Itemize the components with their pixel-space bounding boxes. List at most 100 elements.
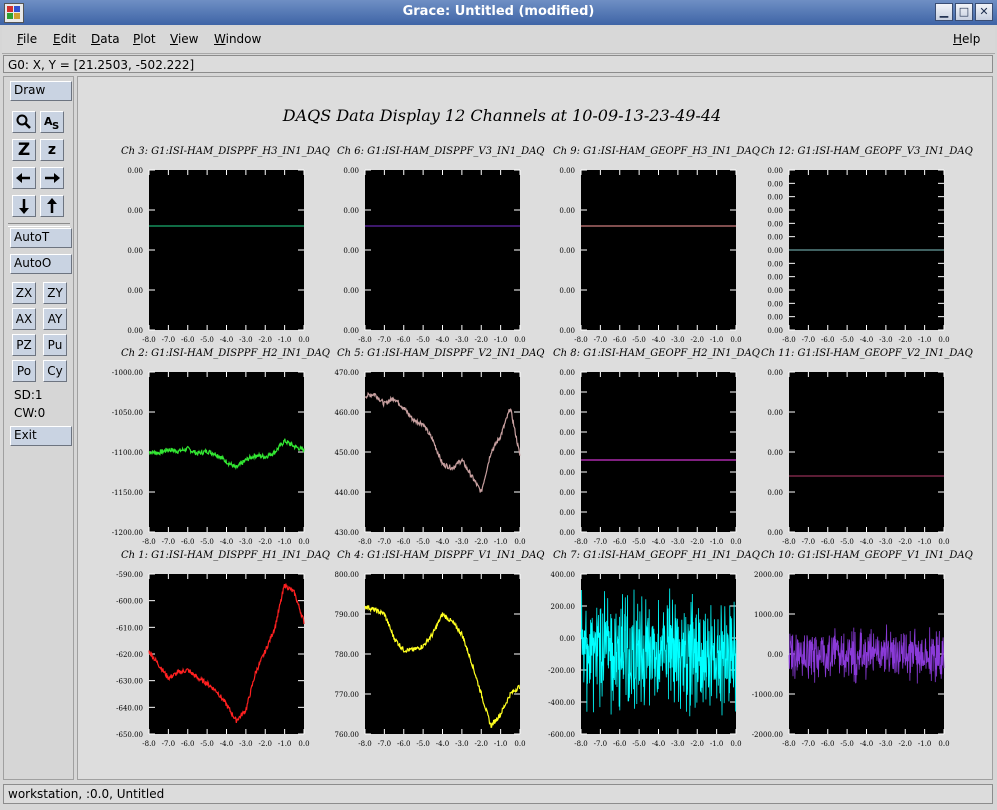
panel-10-x-tick-label: -1.0 [494, 740, 508, 748]
panel-9-y-tick-label: -650.00 [116, 731, 143, 739]
panel-4-x-tick-label: -4.0 [860, 336, 874, 344]
panel-9-x-tick-label: -5.0 [200, 740, 214, 748]
panel-9-y-tick-label: -590.00 [116, 571, 143, 579]
panel-1-y-tick-label: 0.00 [127, 327, 143, 335]
panel-12-y-tick-label: 0.00 [767, 651, 783, 659]
zoom-out-button[interactable]: z [40, 139, 64, 161]
panel-10-x-tick-label: -4.0 [436, 740, 450, 748]
po-button[interactable]: Po [12, 360, 36, 382]
panel-6-y-tick-label: 450.00 [335, 449, 360, 457]
panel-5-y-tick-label: -1100.00 [112, 449, 143, 457]
zoom-magnifier-button[interactable] [12, 111, 36, 133]
panel-7-y-tick-label: 0.00 [559, 409, 575, 417]
panel-11-x-tick-label: -5.0 [632, 740, 646, 748]
menu-bar: File Edit Data Plot View Window Help [2, 27, 995, 54]
pu-button[interactable]: Pu [43, 334, 67, 356]
panel-7-y-tick-label: 0.00 [559, 469, 575, 477]
cy-button[interactable]: Cy [43, 360, 67, 382]
exit-button[interactable]: Exit [10, 426, 72, 446]
panel-5-x-tick-label: -6.0 [181, 538, 195, 546]
text-tool-button[interactable]: AS [40, 111, 64, 133]
panel-5-y-tick-label: -1150.00 [112, 489, 143, 497]
autoscale-t-button[interactable]: AutoT [10, 228, 72, 248]
zoom-in-button[interactable]: Z [12, 139, 36, 161]
panel-12-x-tick-label: 0.0 [938, 740, 949, 748]
panel-3-x-tick-label: -7.0 [594, 336, 608, 344]
menu-window[interactable]: Window [214, 32, 261, 46]
panel-11-y-tick-label: 200.00 [551, 603, 576, 611]
panel-9-x-tick-label: -7.0 [162, 740, 176, 748]
ay-button[interactable]: AY [43, 308, 67, 330]
zy-button[interactable]: ZY [43, 282, 67, 304]
panel-3-plot-background [581, 170, 736, 330]
panel-8-x-tick-label: -5.0 [840, 538, 854, 546]
menu-help[interactable]: Help [953, 32, 980, 46]
panel-10-y-tick-label: 800.00 [335, 571, 360, 579]
panel-10-plot-background [365, 574, 520, 734]
panel-8-x-tick-label: -4.0 [860, 538, 874, 546]
panel-2-x-tick-label: -2.0 [475, 336, 489, 344]
panel-8-x-tick-label: -3.0 [879, 538, 893, 546]
panel-3-x-tick-label: -8.0 [574, 336, 588, 344]
scroll-right-button[interactable] [40, 167, 64, 189]
panel-8-plot-background [789, 372, 944, 532]
panel-9-x-tick-label: -6.0 [181, 740, 195, 748]
autoscale-o-button[interactable]: AutoO [10, 254, 72, 274]
panel-8-y-tick-label: 0.00 [767, 369, 783, 377]
draw-button[interactable]: Draw [10, 81, 72, 101]
panel-8-channel-label: Ch 11: G1:ISI-HAM_GEOPF_V2_IN1_DAQ [761, 348, 973, 359]
menu-edit[interactable]: Edit [53, 32, 76, 46]
panel-6-x-tick-label: -5.0 [416, 538, 430, 546]
menu-edit-mnemonic: E [53, 32, 61, 46]
panel-3-x-tick-label: -1.0 [710, 336, 724, 344]
graph-canvas[interactable]: DAQS Data Display 12 Channels at 10-09-1… [77, 76, 993, 780]
panel-10-x-tick-label: 0.0 [514, 740, 525, 748]
menu-plot-label: lot [140, 32, 156, 46]
panel-12-x-tick-label: -6.0 [821, 740, 835, 748]
maximize-button[interactable]: □ [955, 3, 973, 21]
panel-4-x-tick-label: -1.0 [918, 336, 932, 344]
close-button[interactable]: ✕ [975, 3, 993, 21]
panel-2-y-tick-label: 0.00 [343, 287, 359, 295]
panel-6-x-tick-label: -2.0 [475, 538, 489, 546]
panel-5-x-tick-label: -4.0 [220, 538, 234, 546]
panel-5-x-tick-label: -3.0 [239, 538, 253, 546]
panel-10-y-tick-label: 780.00 [335, 651, 360, 659]
panel-4-y-tick-label: 0.00 [767, 300, 783, 308]
panel-5-channel-label: Ch 2: G1:ISI-HAM_DISPPF_H2_IN1_DAQ [121, 348, 330, 359]
panel-4-y-tick-label: 0.00 [767, 247, 783, 255]
plot-area[interactable]: DAQS Data Display 12 Channels at 10-09-1… [78, 77, 992, 779]
scroll-down-button[interactable] [12, 195, 36, 217]
panel-2-x-tick-label: -5.0 [416, 336, 430, 344]
panel-4-x-tick-label: -3.0 [879, 336, 893, 344]
panel-7-x-tick-label: -8.0 [574, 538, 588, 546]
panel-8-x-tick-label: -8.0 [782, 538, 796, 546]
menu-plot[interactable]: Plot [133, 32, 156, 46]
panel-8-x-tick-label: -6.0 [821, 538, 835, 546]
panel-9-y-tick-label: -630.00 [116, 678, 143, 686]
panel-10-x-tick-label: -3.0 [455, 740, 469, 748]
pz-button[interactable]: PZ [12, 334, 36, 356]
panel-3-y-tick-label: 0.00 [559, 247, 575, 255]
minimize-button[interactable]: ▁ [935, 3, 953, 21]
panel-9-plot-background [149, 574, 304, 734]
scroll-up-button[interactable] [40, 195, 64, 217]
panel-5-x-tick-label: -7.0 [162, 538, 176, 546]
menu-view[interactable]: View [170, 32, 198, 46]
window-titlebar[interactable]: Grace: Untitled (modified) ▁ □ ✕ [0, 0, 997, 25]
panel-7-y-tick-label: 0.00 [559, 529, 575, 537]
panel-3-y-tick-label: 0.00 [559, 207, 575, 215]
menu-data[interactable]: Data [91, 32, 120, 46]
menu-help-label: elp [962, 32, 981, 46]
panel-4-x-tick-label: -7.0 [802, 336, 816, 344]
ax-button[interactable]: AX [12, 308, 36, 330]
zx-button[interactable]: ZX [12, 282, 36, 304]
scroll-left-button[interactable] [12, 167, 36, 189]
menu-file[interactable]: File [17, 32, 37, 46]
panel-7-y-tick-label: 0.00 [559, 389, 575, 397]
panel-10-y-tick-label: 760.00 [335, 731, 360, 739]
menu-file-label: ile [23, 32, 38, 46]
panel-7-x-tick-label: -1.0 [710, 538, 724, 546]
panel-6-x-tick-label: -7.0 [378, 538, 392, 546]
panel-7-y-tick-label: 0.00 [559, 509, 575, 517]
